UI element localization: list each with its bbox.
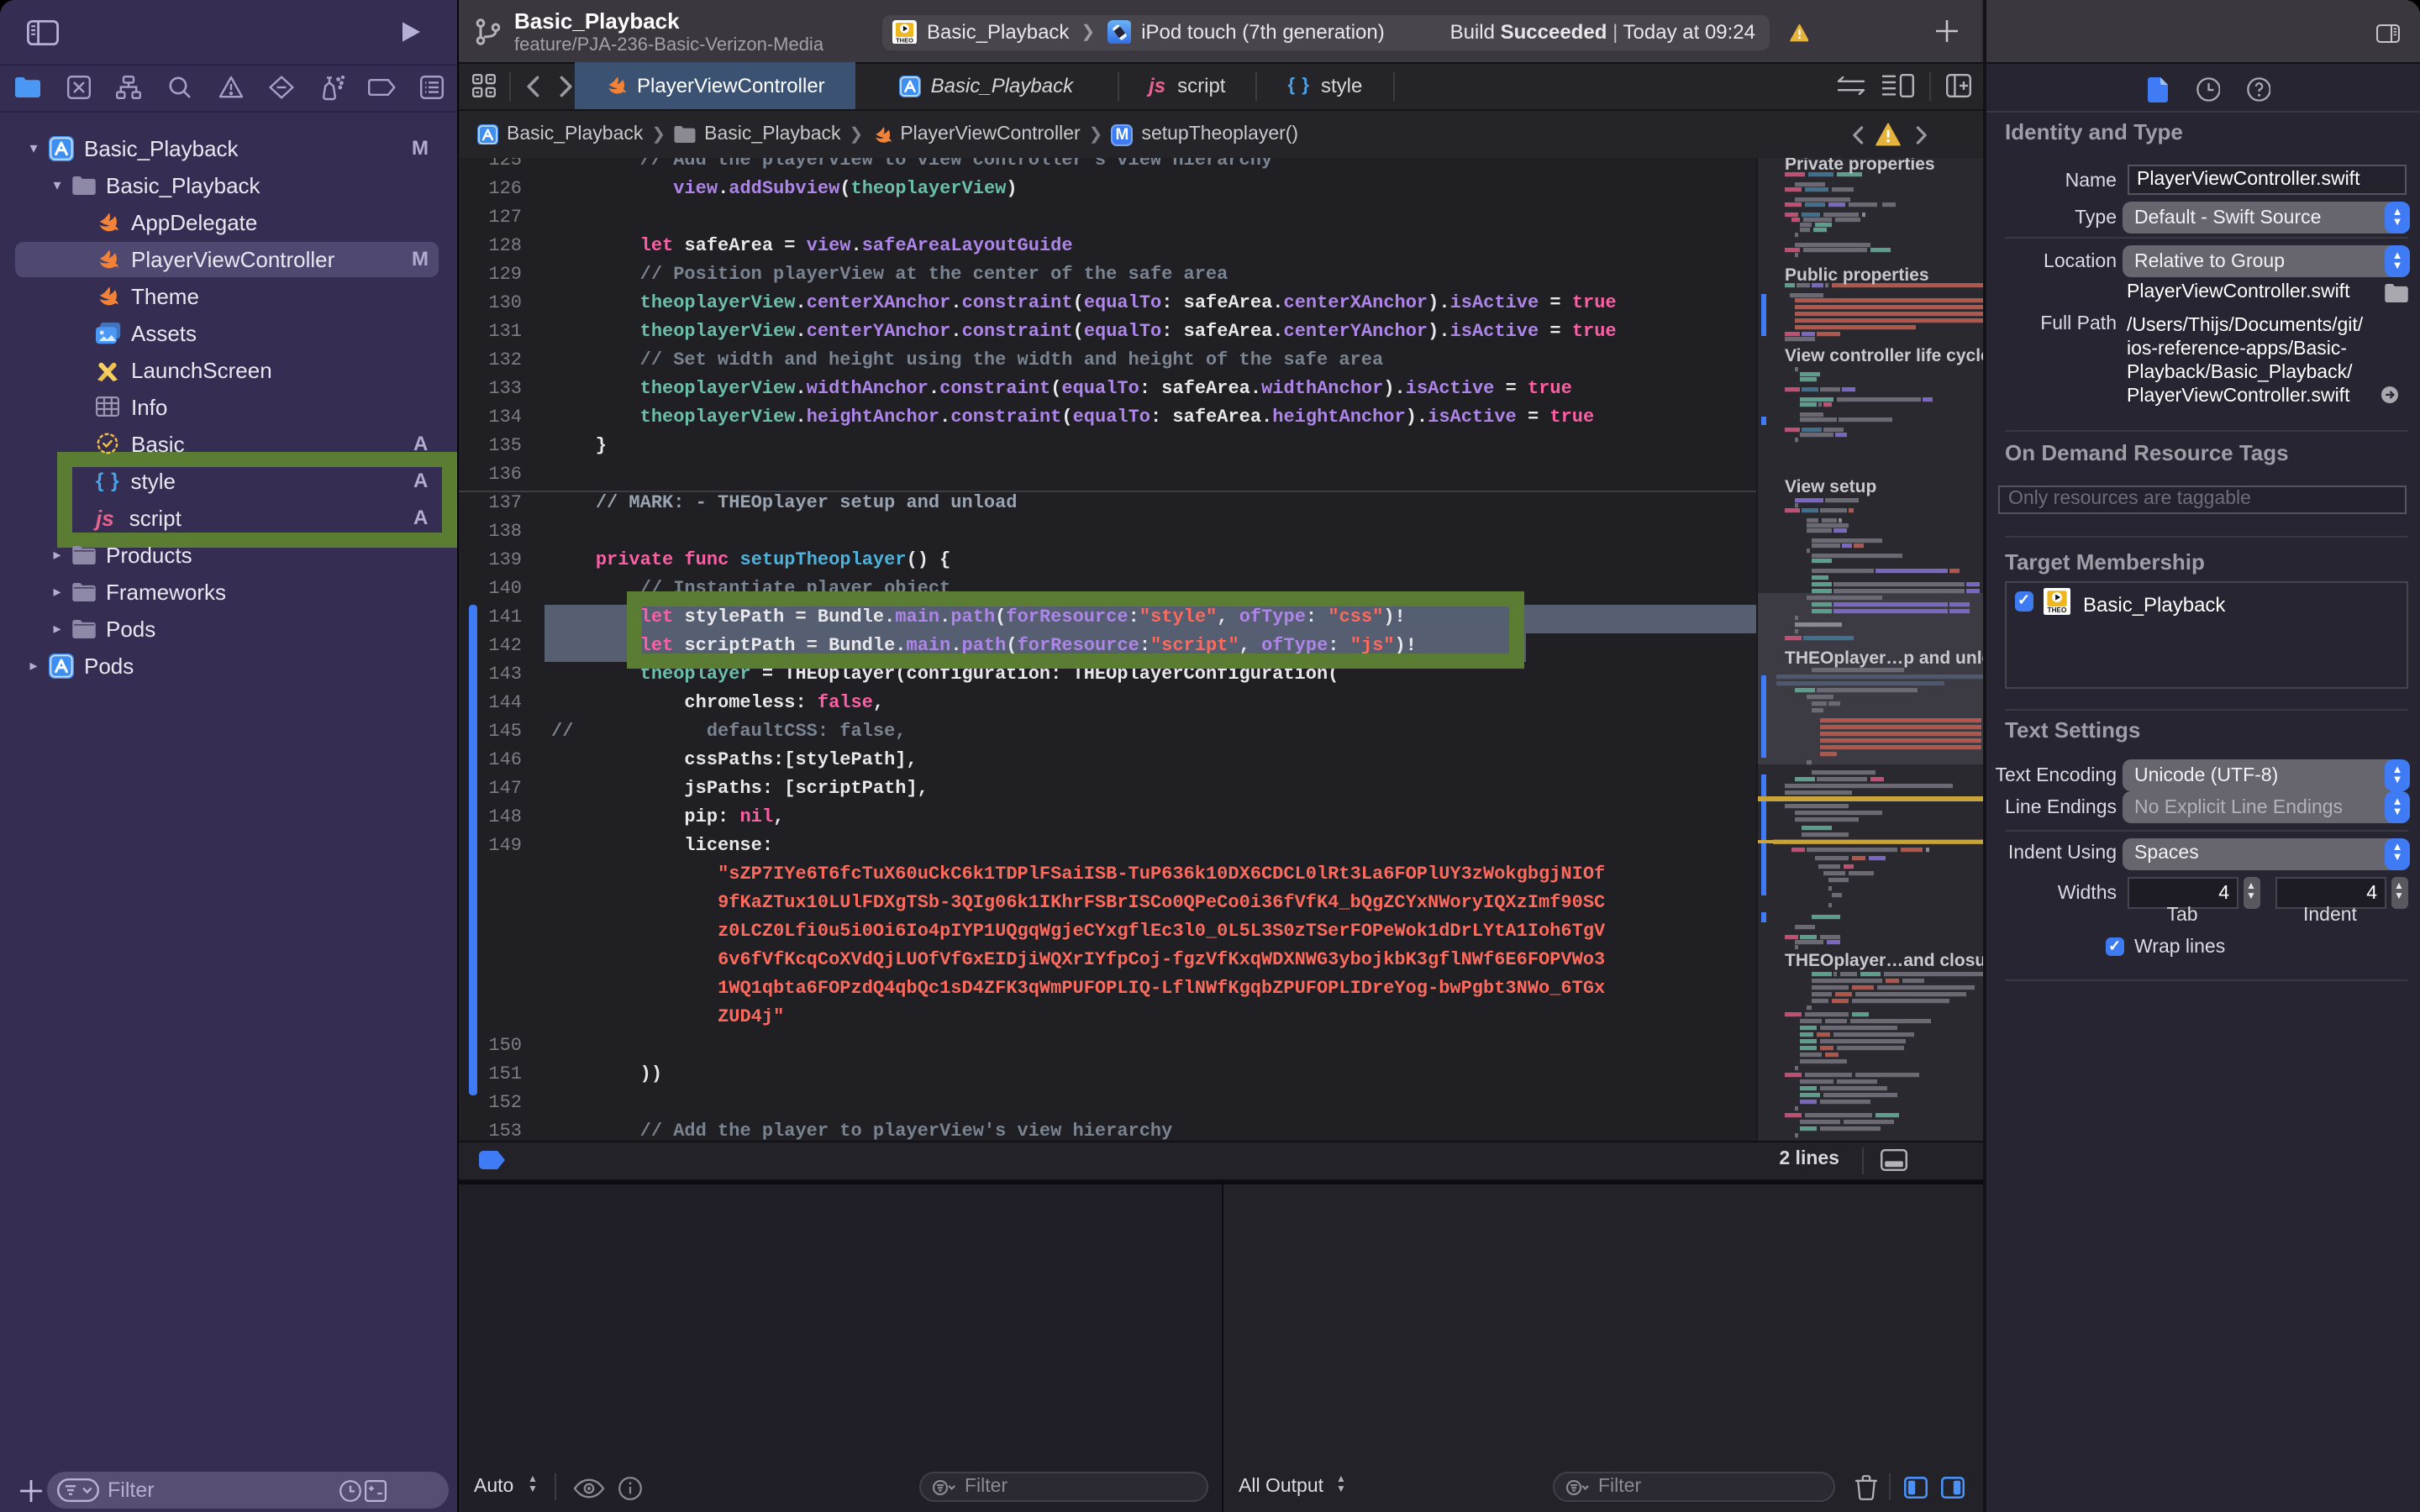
svg-text:THEO: THEO bbox=[896, 36, 913, 44]
svg-text:THEO: THEO bbox=[2048, 606, 2068, 614]
